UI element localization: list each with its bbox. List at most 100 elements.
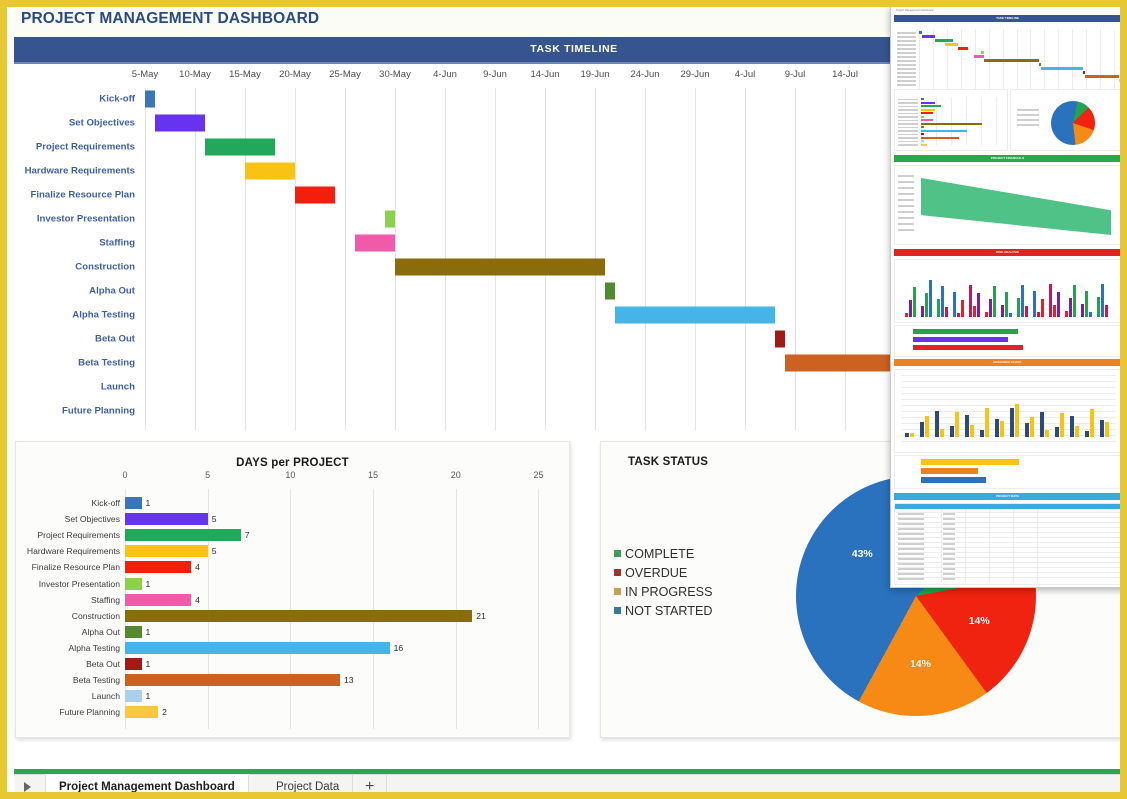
gantt-bar[interactable] [395,259,605,276]
add-sheet-button[interactable]: + [353,775,387,799]
sheet-tab-bar: Project Management Dashboard Project Dat… [14,774,1127,799]
preview-table-cell [943,573,955,575]
preview-table-cell [898,578,924,580]
gantt-bar[interactable] [775,331,785,348]
legend-swatch-icon [614,569,621,576]
days-bar[interactable] [125,658,142,670]
days-bar-value: 16 [390,643,404,653]
days-bar[interactable] [125,578,142,590]
preview-resource-bar [935,411,939,437]
gantt-bar[interactable] [155,115,205,132]
preview-legend-label [1017,124,1039,126]
preview-table-cell [898,543,924,545]
preview-gridline [996,97,997,145]
days-bar[interactable] [125,674,340,686]
days-bar[interactable] [125,626,142,638]
preview-resource-bar [925,416,929,437]
days-bar[interactable] [125,513,208,525]
preview-row-label [898,223,914,225]
days-bar[interactable] [125,594,191,606]
legend-item[interactable]: OVERDUE [614,563,712,582]
preview-risk-bar [929,280,932,317]
days-bar-value: 1 [142,579,151,589]
preview-days-label [898,102,918,104]
days-bar[interactable] [125,706,158,718]
preview-gantt-bar [935,39,953,42]
days-bar[interactable] [125,545,208,557]
preview-risk-bar [1041,299,1044,317]
preview-gantt-bar [1085,75,1119,78]
days-bar-value: 4 [191,595,200,605]
gantt-axis-tick: 14-Jul [832,69,858,80]
preview-row-label [898,187,914,189]
preview-risk-bar [1097,297,1100,317]
gantt-bar[interactable] [205,139,275,156]
preview-row-label [897,80,916,82]
preview-gridline [966,97,967,145]
preview-resource-bar [1055,427,1059,437]
preview-summary-bar [921,477,986,483]
legend-item[interactable]: NOT STARTED [614,601,712,620]
worksheet-canvas[interactable]: PROJECT MANAGEMENT DASHBOARD TASK TIMELI… [14,7,1127,799]
preview-risk-bar [1049,284,1052,317]
preview-section-banner-label: RISK ANALYSIS [894,249,1121,256]
legend-item[interactable]: COMPLETE [614,544,712,563]
gantt-axis-tick: 24-Jun [630,69,659,80]
preview-table-rowline [896,577,1121,578]
preview-row-label [897,48,916,50]
legend-swatch-icon [614,588,621,595]
preview-resource-bar [965,415,969,437]
preview-days-label [898,127,918,129]
gantt-row-label: Staffing [99,238,135,249]
preview-section-banner: PROJECT FINANCIALS [894,155,1121,162]
tab-project-management-dashboard[interactable]: Project Management Dashboard [45,775,249,799]
days-bar[interactable] [125,642,390,654]
preview-risk-bar [1105,305,1108,317]
preview-gridline [901,435,1116,436]
days-category-label: Alpha Testing [69,643,125,653]
preview-risk-bar [977,293,980,317]
preview-gantt-bar [1119,79,1122,82]
gantt-bar[interactable] [605,283,615,300]
preview-days-bar [921,133,924,135]
days-bar[interactable] [125,529,241,541]
preview-gantt-bar [984,59,1039,62]
pie-slice-label: 14% [910,658,931,670]
days-gridline [538,489,539,729]
preview-resource-bar [1090,409,1094,437]
days-bar[interactable] [125,690,142,702]
days-bar[interactable] [125,610,472,622]
days-axis-tick: 10 [285,470,295,480]
gantt-bar[interactable] [385,211,395,228]
dashboard-preview-pane[interactable]: Project Management DashboardTASK TIMELIN… [890,6,1127,588]
days-bar[interactable] [125,561,191,573]
preview-row-label [898,199,914,201]
preview-days-label [898,144,918,146]
tab-scroll-right-icon[interactable] [24,782,31,792]
legend-item[interactable]: IN PROGRESS [614,582,712,601]
gantt-plot-area: 5-May10-May15-May20-May25-May30-May4-Jun… [145,88,895,430]
preview-risk-bar [1081,304,1084,317]
preview-gridline [901,381,1116,382]
preview-resource-bar [1070,416,1074,437]
preview-risk-bar [961,300,964,317]
gantt-bar[interactable] [145,91,155,108]
gantt-axis-tick: 5-May [132,69,158,80]
gantt-bar[interactable] [615,307,775,324]
gantt-bar[interactable] [245,163,295,180]
preview-risk-bar [1017,298,1020,317]
days-bar[interactable] [125,497,142,509]
preview-section-banner: RISK ANALYSIS [894,249,1121,256]
gantt-bar[interactable] [295,187,335,204]
preview-table-colline [941,509,942,582]
gantt-row-label: Kick-off [99,94,135,105]
gantt-bar[interactable] [355,235,395,252]
preview-section-banner: TASK TIMELINE [894,15,1121,22]
preview-risk-bar [941,286,944,317]
preview-table-rowline [896,517,1121,518]
preview-gridline [901,429,1116,430]
tab-project-data[interactable]: Project Data [263,775,353,799]
gantt-row-label: Finalize Resource Plan [30,190,135,201]
gantt-axis-tick: 4-Jun [433,69,457,80]
preview-table-cell [898,533,924,535]
